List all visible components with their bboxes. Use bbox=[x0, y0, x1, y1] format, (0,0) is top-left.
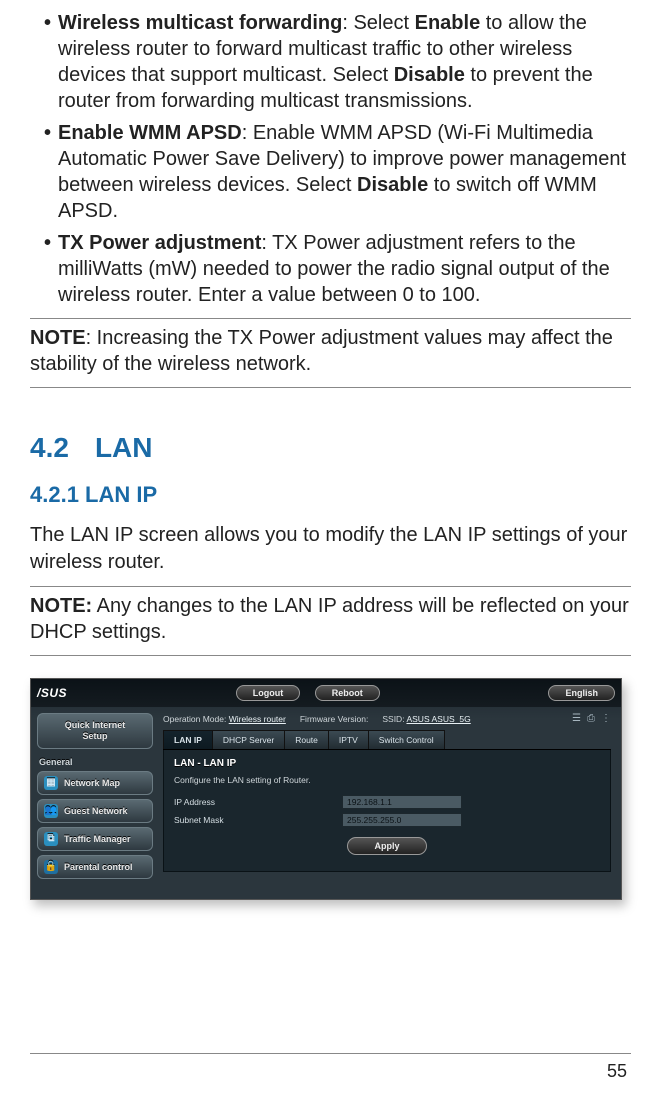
subnet-mask-input[interactable]: 255.255.255.0 bbox=[342, 813, 462, 827]
traffic-manager-icon: ⧉ bbox=[44, 832, 58, 846]
bullet-marker: • bbox=[44, 10, 58, 114]
sidebar-item-label: Parental control bbox=[64, 862, 133, 872]
ip-address-input[interactable]: 192.168.1.1 bbox=[342, 795, 462, 809]
bullet-title: Enable WMM APSD bbox=[58, 122, 242, 144]
reboot-button[interactable]: Reboot bbox=[315, 685, 380, 701]
bullet-title: TX Power adjustment bbox=[58, 232, 261, 254]
panel-title: LAN - LAN IP bbox=[174, 758, 600, 769]
opmode-link[interactable]: Wireless router bbox=[229, 714, 286, 724]
sidebar-item-label: Network Map bbox=[64, 778, 120, 788]
form-row: IP Address 192.168.1.1 bbox=[174, 795, 600, 809]
separator bbox=[30, 655, 631, 656]
bullet-text: TX Power adjustment: TX Power adjustment… bbox=[58, 230, 631, 308]
bullet-text: Wireless multicast forwarding: Select En… bbox=[58, 10, 631, 114]
subsection-heading: 4.2.1 LAN IP bbox=[30, 482, 631, 508]
tab-switch-control[interactable]: Switch Control bbox=[368, 730, 445, 749]
tab-lan-ip[interactable]: LAN IP bbox=[163, 730, 213, 749]
section-heading: 4.2LAN bbox=[30, 432, 631, 464]
ssid-link[interactable]: ASUS ASUS_5G bbox=[406, 714, 470, 724]
sidebar-item-network-map[interactable]: ▦ Network Map bbox=[37, 771, 153, 795]
router-tabs: LAN IP DHCP Server Route IPTV Switch Con… bbox=[163, 730, 611, 750]
status-icon: ☰ bbox=[572, 713, 581, 724]
sidebar-item-label: Traffic Manager bbox=[64, 834, 131, 844]
subnet-mask-label: Subnet Mask bbox=[174, 815, 342, 825]
ip-address-label: IP Address bbox=[174, 797, 342, 807]
router-ui: /SUS Logout Reboot English Quick Interne… bbox=[30, 678, 622, 900]
logout-button[interactable]: Logout bbox=[236, 685, 301, 701]
tab-route[interactable]: Route bbox=[284, 730, 329, 749]
sidebar-section-label: General bbox=[39, 757, 151, 767]
router-main: Operation Mode: Wireless router Firmware… bbox=[159, 707, 621, 899]
separator bbox=[30, 387, 631, 388]
tab-iptv[interactable]: IPTV bbox=[328, 730, 369, 749]
separator bbox=[30, 318, 631, 319]
sidebar-item-label: Guest Network bbox=[64, 806, 128, 816]
status-icon: ⋮ bbox=[601, 713, 611, 724]
language-select[interactable]: English bbox=[548, 685, 615, 701]
sidebar-item-parental-control[interactable]: 🔒 Parental control bbox=[37, 855, 153, 879]
guest-network-icon: 👥 bbox=[44, 804, 58, 818]
bullet-title: Wireless multicast forwarding bbox=[58, 12, 342, 34]
quick-internet-setup-button[interactable]: Quick Internet Setup bbox=[37, 713, 153, 749]
panel-subtitle: Configure the LAN setting of Router. bbox=[174, 775, 600, 785]
apply-button[interactable]: Apply bbox=[347, 837, 426, 855]
parental-control-icon: 🔒 bbox=[44, 860, 58, 874]
separator bbox=[30, 586, 631, 587]
note-body: Any changes to the LAN IP address will b… bbox=[30, 595, 629, 643]
asus-logo: /SUS bbox=[37, 686, 67, 700]
lan-ip-panel: LAN - LAN IP Configure the LAN setting o… bbox=[163, 750, 611, 872]
bullet-marker: • bbox=[44, 120, 58, 224]
router-sidebar: Quick Internet Setup General ▦ Network M… bbox=[31, 707, 159, 899]
bullet-item: • Enable WMM APSD: Enable WMM APSD (Wi-F… bbox=[44, 120, 631, 224]
note-body: : Increasing the TX Power adjustment val… bbox=[30, 327, 613, 375]
bullet-marker: • bbox=[44, 230, 58, 308]
footer-rule bbox=[30, 1053, 631, 1054]
network-map-icon: ▦ bbox=[44, 776, 58, 790]
note-block: NOTE: Any changes to the LAN IP address … bbox=[30, 593, 631, 645]
bullet-text: Enable WMM APSD: Enable WMM APSD (Wi-Fi … bbox=[58, 120, 631, 224]
note-block: NOTE: Increasing the TX Power adjustment… bbox=[30, 325, 631, 377]
bullet-list: • Wireless multicast forwarding: Select … bbox=[30, 10, 631, 308]
router-topbar: /SUS Logout Reboot English bbox=[31, 679, 621, 707]
note-label: NOTE bbox=[30, 327, 86, 349]
sidebar-item-guest-network[interactable]: 👥 Guest Network bbox=[37, 799, 153, 823]
status-icon: ⎙ bbox=[587, 713, 595, 724]
bullet-item: • TX Power adjustment: TX Power adjustme… bbox=[44, 230, 631, 308]
tab-dhcp-server[interactable]: DHCP Server bbox=[212, 730, 285, 749]
paragraph: The LAN IP screen allows you to modify t… bbox=[30, 522, 631, 576]
note-label: NOTE: bbox=[30, 595, 92, 617]
bullet-item: • Wireless multicast forwarding: Select … bbox=[44, 10, 631, 114]
form-row: Subnet Mask 255.255.255.0 bbox=[174, 813, 600, 827]
page-number: 55 bbox=[607, 1061, 627, 1082]
sidebar-item-traffic-manager[interactable]: ⧉ Traffic Manager bbox=[37, 827, 153, 851]
router-infobar: Operation Mode: Wireless router Firmware… bbox=[163, 713, 611, 724]
